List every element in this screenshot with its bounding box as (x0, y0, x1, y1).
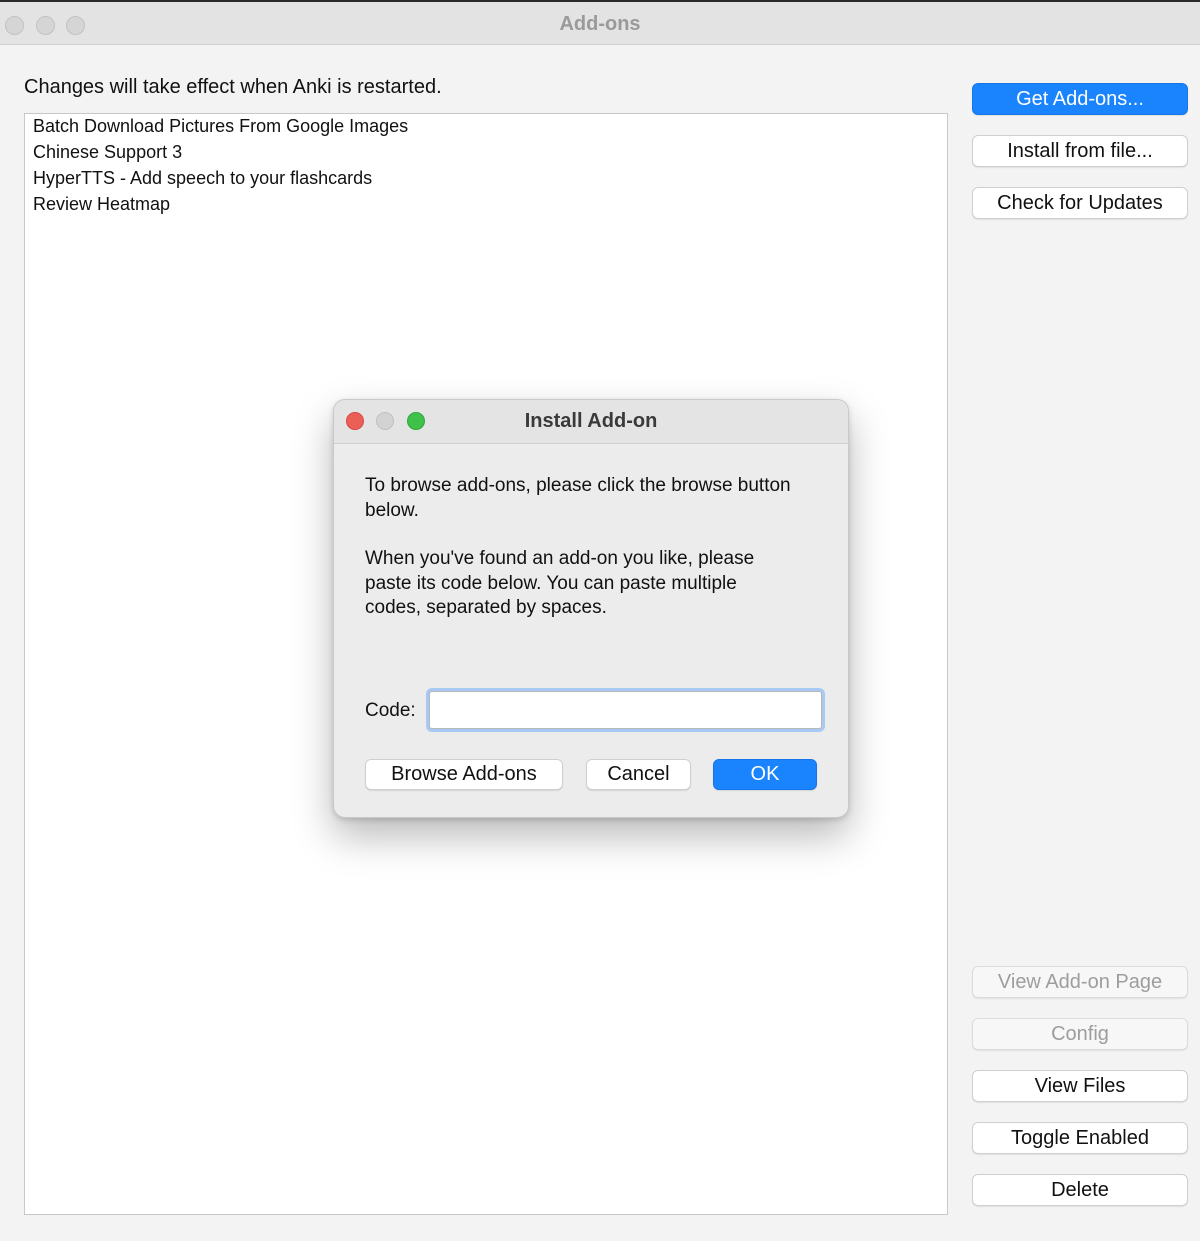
cancel-button[interactable]: Cancel (586, 759, 691, 790)
get-addons-button[interactable]: Get Add-ons... (972, 83, 1188, 115)
window-title: Add-ons (559, 13, 641, 35)
dialog-title: Install Add-on (524, 410, 658, 432)
toggle-enabled-button[interactable]: Toggle Enabled (972, 1122, 1188, 1154)
install-from-file-button[interactable]: Install from file... (972, 135, 1188, 167)
config-button[interactable]: Config (972, 1018, 1188, 1050)
view-addon-page-button[interactable]: View Add-on Page (972, 966, 1188, 998)
code-input[interactable] (429, 691, 822, 729)
list-item[interactable]: Batch Download Pictures From Google Imag… (33, 116, 408, 137)
list-item[interactable]: Chinese Support 3 (33, 142, 182, 163)
code-label: Code: (365, 700, 416, 721)
list-item[interactable]: HyperTTS - Add speech to your flashcards (33, 168, 372, 189)
browse-instruction: To browse add-ons, please click the brow… (365, 475, 791, 521)
list-item[interactable]: Review Heatmap (33, 194, 170, 215)
window-titlebar: Add-ons (0, 2, 1200, 45)
ok-button[interactable]: OK (713, 759, 817, 790)
restart-notice: Changes will take effect when Anki is re… (24, 76, 442, 98)
paste-code-instruction: When you've found an add-on you like, pl… (365, 548, 755, 618)
check-updates-button[interactable]: Check for Updates (972, 187, 1188, 219)
dialog-titlebar: Install Add-on (334, 400, 848, 444)
install-addon-dialog: Install Add-on To browse add-ons, please… (333, 399, 849, 818)
delete-button[interactable]: Delete (972, 1174, 1188, 1206)
dialog-instructions: To browse add-ons, please click the brow… (365, 474, 795, 645)
view-files-button[interactable]: View Files (972, 1070, 1188, 1102)
browse-addons-button[interactable]: Browse Add-ons (365, 759, 563, 790)
